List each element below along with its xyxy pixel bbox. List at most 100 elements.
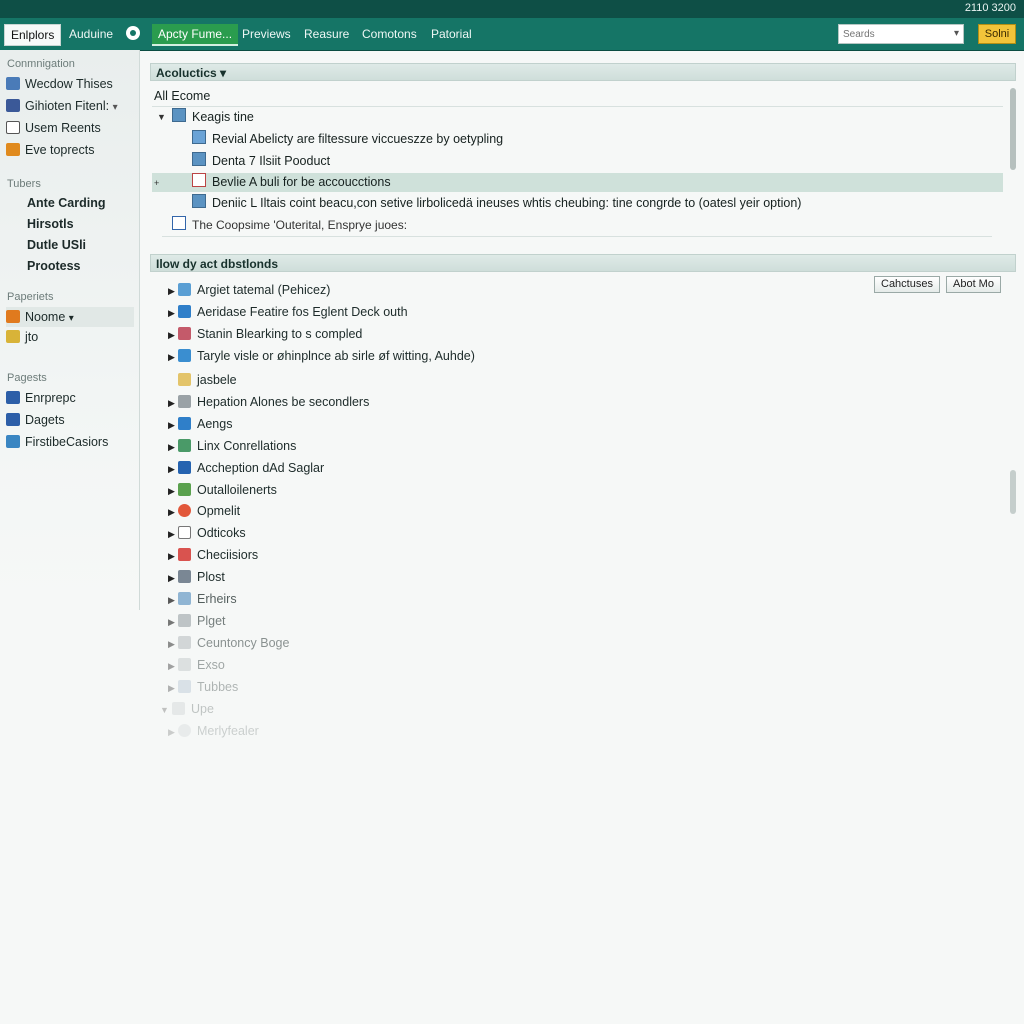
chevron-down-icon[interactable]: ▾	[113, 102, 118, 113]
about-button[interactable]: Abot Mo	[946, 276, 1001, 293]
layers-icon	[178, 592, 191, 605]
list-item[interactable]: ▶ Plget	[168, 611, 226, 631]
search-box[interactable]: ▾	[838, 24, 964, 44]
sidebar-item-dagets[interactable]: Dagets	[6, 410, 65, 430]
expand-arrow-icon[interactable]: ▶	[168, 502, 178, 522]
expand-arrow-icon[interactable]: ▶	[168, 481, 178, 501]
list-item[interactable]: ▶ Linx Conrellations	[168, 436, 296, 456]
expand-arrow-icon[interactable]: ▶	[168, 437, 178, 457]
sidebar-subitem-prootess[interactable]: Prootess	[27, 256, 81, 276]
grid-icon	[192, 194, 206, 208]
person-icon	[178, 283, 191, 296]
sidebar-item-facebook[interactable]: Gihioten Fitenl: ▾	[6, 96, 118, 116]
toolbar-tab-previews[interactable]: Previews	[236, 24, 297, 44]
sidebar-subitem-carding[interactable]: Ante Carding	[27, 193, 105, 213]
sidebar-item-jto[interactable]: jto	[6, 327, 38, 347]
sidebar-heading-communication: Conmnigation	[7, 58, 75, 70]
list-item[interactable]: ▶ Outalloilenerts	[168, 480, 277, 500]
expand-arrow-icon[interactable]: ▶	[168, 568, 178, 588]
list-item[interactable]: ▶ Checiisiors	[168, 545, 258, 565]
sidebar-item-projects[interactable]: Eve toprects	[6, 140, 94, 160]
toolbar-tab-explorer[interactable]: Enlplors	[4, 24, 62, 46]
folder-icon	[178, 680, 191, 693]
tree-row-selected[interactable]: Bevlie A buli for be accoucctions	[192, 172, 391, 192]
sidebar-item-noome[interactable]: Noome ▾	[6, 307, 134, 327]
expand-arrow-icon[interactable]: ▶	[168, 303, 178, 323]
cahctuses-button[interactable]: Cahctuses	[874, 276, 940, 293]
expand-arrow-icon[interactable]: +	[154, 178, 159, 188]
app-icon	[178, 417, 191, 430]
window-icon	[6, 413, 20, 426]
chevron-down-icon[interactable]: ▾	[220, 66, 226, 80]
list-item[interactable]: ▶ Opmelit	[168, 501, 240, 521]
expand-arrow-icon[interactable]: ▶	[168, 325, 178, 345]
list-item[interactable]: ▶ Ceuntoncy Boge	[168, 633, 289, 653]
toolbar-tab-active[interactable]: Apcty Fume...	[152, 24, 239, 46]
list-item[interactable]: ▶ Plost	[168, 567, 225, 587]
folder-icon	[172, 108, 186, 122]
collapse-arrow-icon[interactable]: ▼	[157, 112, 166, 122]
list-item[interactable]: ▶ Merlyfealer	[168, 721, 259, 741]
scrollbar-thumb[interactable]	[1010, 470, 1016, 514]
list-item[interactable]: ▶ Hepation Alones be secondlers	[168, 392, 369, 412]
file-icon	[178, 658, 191, 671]
scrollbar-thumb[interactable]	[1010, 88, 1016, 170]
panel-header-actions[interactable]: Ilow dy act dbstlonds	[150, 254, 1016, 272]
list-item[interactable]: ▶ Erheirs	[168, 589, 237, 609]
expand-arrow-icon[interactable]: ▶	[168, 678, 178, 698]
expand-arrow-icon[interactable]: ▶	[168, 722, 178, 742]
search-input[interactable]	[839, 25, 947, 44]
tree-group[interactable]: Keagis tine	[172, 107, 254, 127]
sidebar-item-enrprepc[interactable]: Enrprepc	[6, 388, 76, 408]
list-item[interactable]: ▶ Stanin Blearking to s compled	[168, 324, 362, 344]
package-icon	[178, 483, 191, 496]
clock: 2110 3200	[964, 2, 1016, 14]
expand-arrow-icon[interactable]: ▶	[168, 393, 178, 413]
list-item[interactable]: ▶ Odticoks	[168, 523, 246, 543]
list-item[interactable]: ▼ Upe	[160, 699, 214, 719]
sidebar-item-firstibe[interactable]: FirstibeCasiors	[6, 432, 108, 452]
toolbar-tab-audience[interactable]: Auduine	[63, 24, 119, 44]
tree-row[interactable]: Revial Abelicty are filtessure viccueszz…	[192, 129, 503, 149]
expand-arrow-icon[interactable]: ▶	[168, 590, 178, 610]
expand-arrow-icon[interactable]: ▶	[168, 415, 178, 435]
sidebar-subitem-dutle[interactable]: Dutle USli	[27, 235, 86, 255]
list-item[interactable]: jasbele	[168, 370, 237, 390]
toolbar-tab-contents[interactable]: Comotons	[356, 24, 423, 44]
expand-arrow-icon[interactable]: ▶	[168, 612, 178, 632]
expand-arrow-icon[interactable]: ▶	[168, 281, 178, 301]
grid-icon	[178, 636, 191, 649]
tree-row[interactable]: Deniic L Iltais coint beacu,con setive l…	[192, 193, 801, 213]
collapse-arrow-icon[interactable]: ▼	[160, 700, 170, 720]
list-item[interactable]: ▶ Aeridase Featire fos Eglent Deck outh	[168, 302, 408, 322]
list-item[interactable]: ▶ Argiet tatemal (Pehicez)	[168, 280, 330, 300]
sidebar-subitem-hirsotls[interactable]: Hirsotls	[27, 214, 74, 234]
all-items-label: All Ecome	[154, 89, 211, 103]
chevron-down-icon[interactable]: ▾	[954, 28, 959, 39]
grid-icon	[192, 152, 206, 166]
sidebar-item-recents[interactable]: Usem Reents	[6, 118, 101, 138]
expand-arrow-icon[interactable]: ▶	[168, 546, 178, 566]
list-item[interactable]: ▶ Exso	[168, 655, 225, 675]
expand-arrow-icon[interactable]: ▶	[168, 634, 178, 654]
chevron-down-icon[interactable]: ▾	[69, 313, 74, 324]
sidebar-item-window[interactable]: Wecdow Thises	[6, 74, 113, 94]
expand-arrow-icon[interactable]: ▶	[168, 524, 178, 544]
solve-button[interactable]: Solni	[978, 24, 1016, 44]
tree-row[interactable]: Denta 7 Ilsiit Pooduct	[192, 151, 330, 171]
refresh-icon[interactable]	[126, 26, 140, 40]
panel-header-analytics[interactable]: Acoluctics ▾	[150, 63, 1016, 81]
expand-arrow-icon[interactable]: ▶	[168, 459, 178, 479]
list-item[interactable]: ▶ Tubbes	[168, 677, 238, 697]
expand-arrow-icon[interactable]: ▶	[168, 347, 178, 367]
tree-footer[interactable]: The Coopsime 'Outerital, Ensprye juoes:	[172, 215, 407, 235]
document-icon	[6, 121, 20, 134]
list-item[interactable]: ▶ Taryle visle or øhinplnce ab sirle øf w…	[168, 346, 475, 366]
list-item[interactable]: ▶ Aengs	[168, 414, 232, 434]
divider	[162, 236, 992, 237]
toolbar-tab-tutorial[interactable]: Patorial	[425, 24, 478, 44]
expand-arrow-icon[interactable]: ▶	[168, 656, 178, 676]
list-item[interactable]: ▶ Accheption dAd Saglar	[168, 458, 324, 478]
folder-icon	[6, 143, 20, 156]
toolbar-tab-measure[interactable]: Reasure	[298, 24, 355, 44]
